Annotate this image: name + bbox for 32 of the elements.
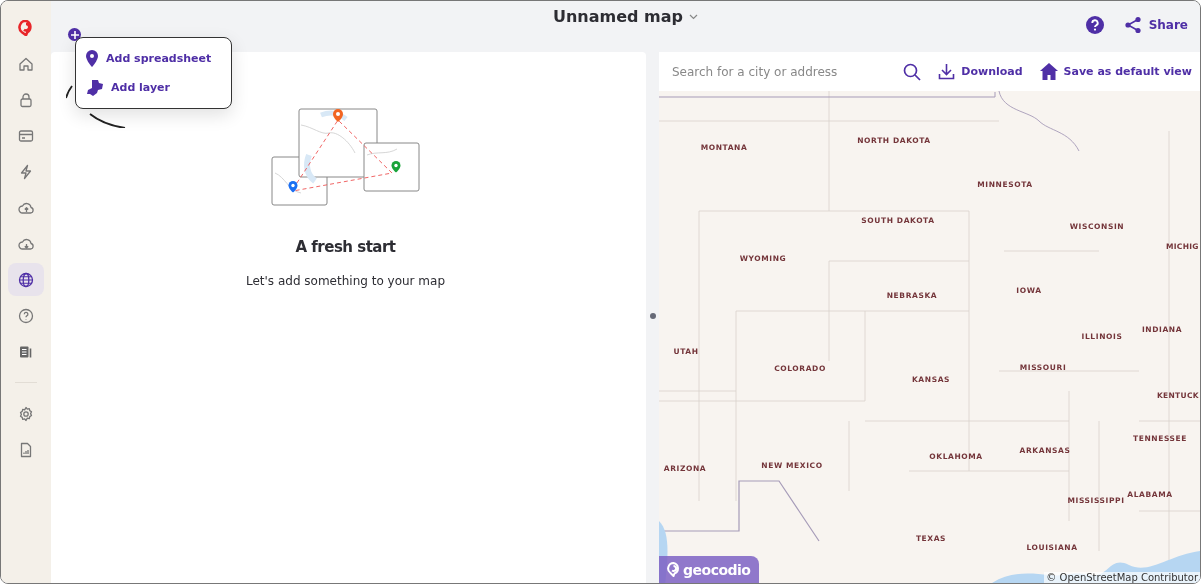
plus-icon [70, 30, 79, 39]
sidebar-item[interactable] [8, 263, 44, 296]
help-icon[interactable] [1085, 16, 1104, 34]
geocodio-badge[interactable]: geocodio [659, 556, 759, 583]
pin-icon [86, 50, 98, 67]
empty-state-title: A fresh start [295, 238, 396, 256]
logo-icon [667, 562, 680, 577]
report-icon [18, 441, 34, 458]
settings-icon [18, 405, 34, 422]
globe-icon [18, 271, 34, 288]
map-view[interactable] [659, 91, 1200, 583]
save-default-view-button[interactable]: Save as default view [1031, 63, 1192, 80]
share-icon [1123, 16, 1142, 34]
lightning-icon [18, 163, 34, 180]
home-icon [18, 55, 34, 72]
logo-icon [18, 20, 34, 36]
menu-item[interactable]: Add layer [76, 73, 231, 102]
search-icon[interactable] [903, 62, 922, 81]
download-icon [938, 63, 956, 80]
download-button[interactable]: Download [930, 63, 1023, 80]
map-attribution: © OpenStreetMap Contributor [1044, 572, 1200, 583]
chevron-down-icon[interactable] [689, 13, 698, 20]
help-icon [18, 307, 34, 324]
empty-state-message: Let's add something to your map [246, 274, 445, 288]
map-title[interactable]: Unnamed map [552, 7, 683, 26]
resize-handle[interactable] [649, 312, 656, 319]
card-icon [18, 127, 34, 144]
menu-item[interactable]: Add spreadsheet [76, 44, 231, 73]
region-shape-icon [86, 79, 103, 96]
share-button[interactable]: Share [1123, 16, 1188, 34]
lock-icon [18, 91, 34, 108]
home-icon [1039, 63, 1058, 80]
